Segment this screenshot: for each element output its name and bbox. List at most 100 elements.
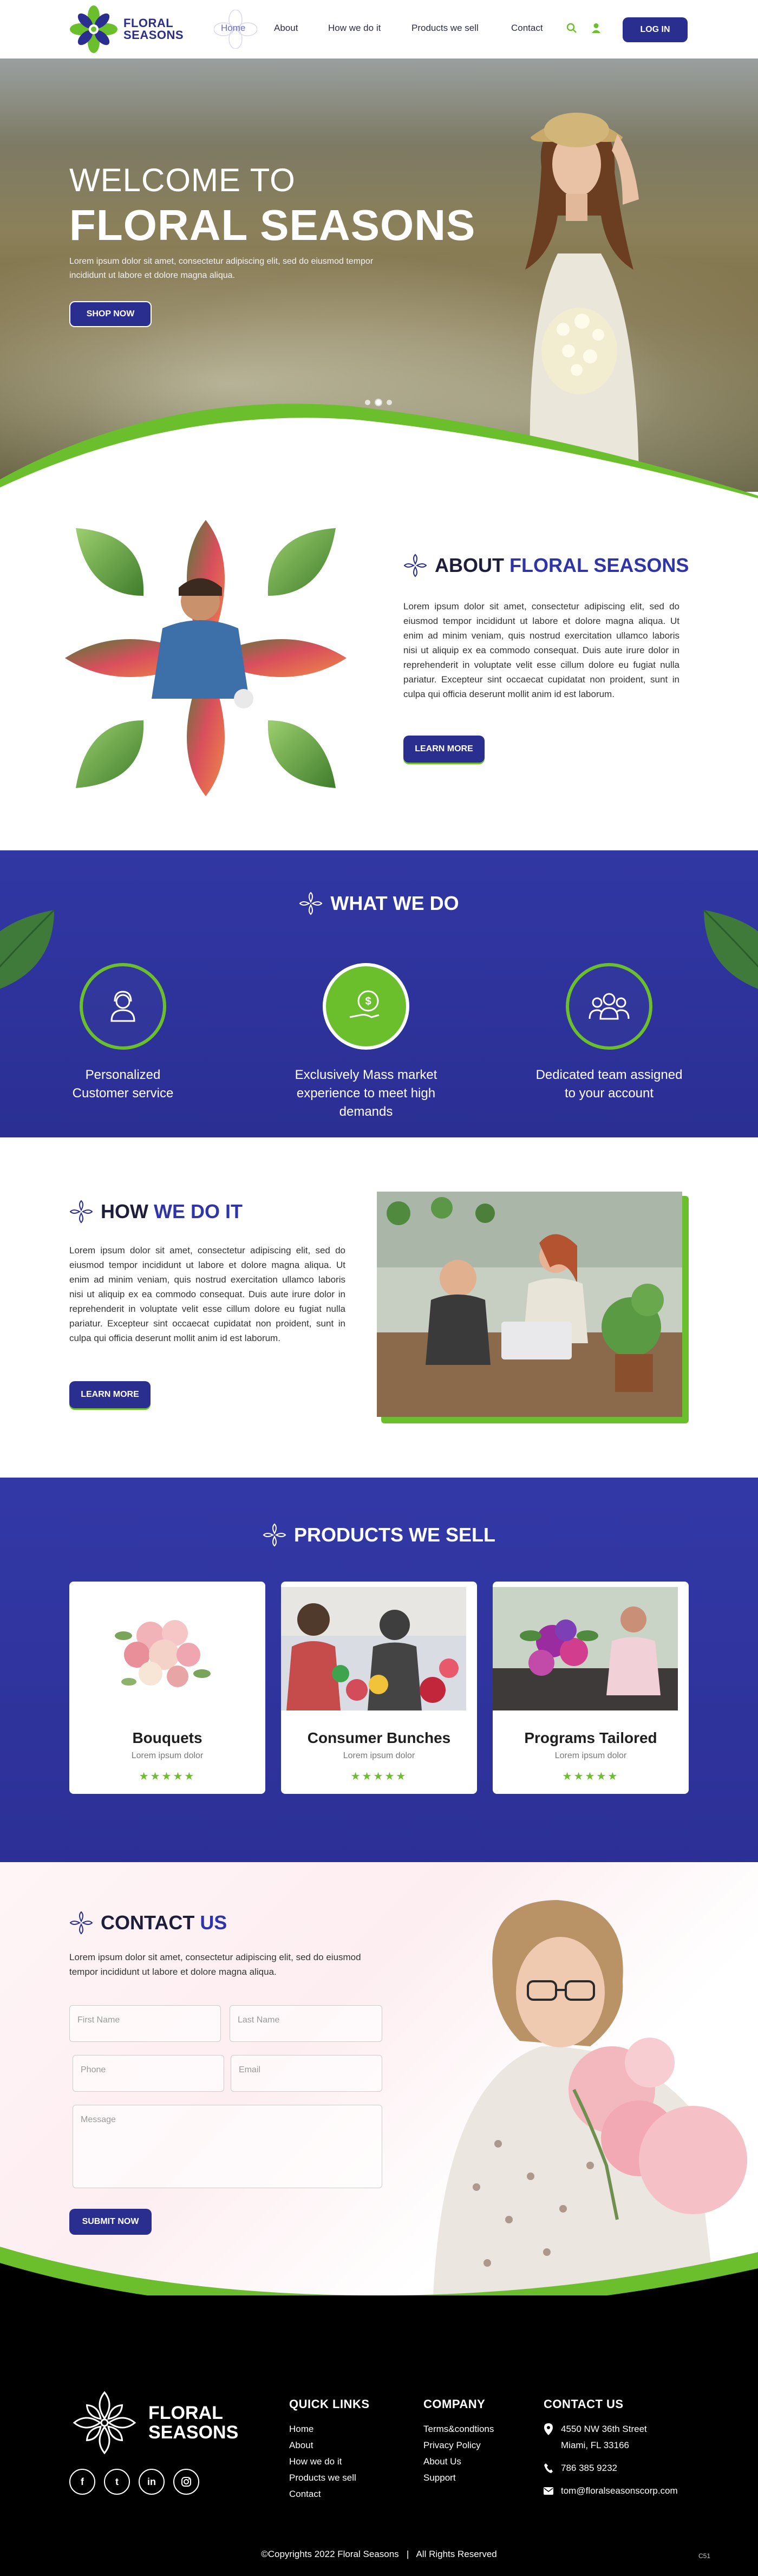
service-label-line1: Exclusively Mass market bbox=[295, 1068, 437, 1082]
nav-link-how[interactable]: How we do it bbox=[328, 23, 381, 34]
quick-links-heading: QUICK LINKS bbox=[289, 2397, 370, 2411]
first-name-field[interactable]: First Name bbox=[69, 2005, 221, 2042]
phone-number[interactable]: 786 385 9232 bbox=[561, 2460, 617, 2476]
about-heading: ABOUT FLORAL SEASONS bbox=[403, 554, 689, 577]
product-card-consumer-bunches[interactable]: Consumer Bunches Lorem ipsum dolor ★★★★★ bbox=[281, 1582, 477, 1794]
flower-outline-icon bbox=[263, 1523, 286, 1547]
service-card-dedicated-team: Dedicated team assigned to your account bbox=[517, 963, 701, 1103]
footer-link-products[interactable]: Products we sell bbox=[289, 2470, 370, 2486]
what-we-do-section: WHAT WE DO Personalized Customer service… bbox=[0, 850, 758, 1137]
what-we-do-heading: WHAT WE DO bbox=[0, 892, 758, 915]
email-address[interactable]: tom@floralseasonscorp.com bbox=[561, 2483, 678, 2499]
how-heading-part2: WE DO IT bbox=[153, 1200, 243, 1222]
bouquet-image bbox=[69, 1587, 254, 1710]
footer-address: 4550 NW 36th Street Miami, FL 33166 bbox=[544, 2421, 678, 2454]
service-label-line2: to your account bbox=[564, 1086, 654, 1101]
products-heading: PRODUCTS WE SELL bbox=[0, 1523, 758, 1547]
rating-stars: ★★★★★ bbox=[139, 1771, 196, 1783]
contact-heading-part1: CONTACT bbox=[101, 1911, 200, 1934]
last-name-field[interactable]: Last Name bbox=[230, 2005, 382, 2042]
footer-quick-links: QUICK LINKS Home About How we do it Prod… bbox=[289, 2397, 370, 2502]
service-label-line2: Customer service bbox=[72, 1086, 174, 1101]
product-card-bouquets[interactable]: Bouquets Lorem ipsum dolor ★★★★★ bbox=[69, 1582, 265, 1794]
product-title: Programs Tailored bbox=[524, 1729, 657, 1746]
linkedin-icon[interactable]: in bbox=[139, 2469, 165, 2495]
footer-link-about[interactable]: About bbox=[289, 2437, 370, 2454]
brand-name-line1: FLORAL bbox=[123, 16, 174, 30]
hero-description: Lorem ipsum dolor sit amet, consectetur … bbox=[69, 257, 374, 280]
contact-text: Lorem ipsum dolor sit amet, consectetur … bbox=[69, 1952, 361, 1977]
top-navigation: FLORAL SEASONS Home About How we do it P… bbox=[0, 0, 758, 58]
product-card-programs-tailored[interactable]: Programs Tailored Lorem ipsum dolor ★★★★… bbox=[493, 1582, 689, 1794]
product-title: Bouquets bbox=[132, 1729, 202, 1746]
rating-stars: ★★★★★ bbox=[562, 1771, 619, 1783]
programs-tailored-image bbox=[493, 1587, 678, 1710]
service-card-mass-market: $ Exclusively Mass market experience to … bbox=[274, 963, 458, 1121]
footer-link-support[interactable]: Support bbox=[423, 2470, 494, 2486]
footer-link-privacy[interactable]: Privacy Policy bbox=[423, 2437, 494, 2454]
footer-link-home[interactable]: Home bbox=[289, 2421, 370, 2437]
footer-link-terms[interactable]: Terms&condtions bbox=[423, 2421, 494, 2437]
flower-outline-icon bbox=[403, 554, 427, 577]
footer-link-about-us[interactable]: About Us bbox=[423, 2454, 494, 2470]
hero-welcome-text: WELCOME TO bbox=[69, 162, 296, 198]
market-hand-icon: $ bbox=[349, 990, 380, 1018]
footer-brand-name: FLORAL SEASONS bbox=[148, 2403, 238, 2442]
about-learn-more-button[interactable]: LEARN MORE bbox=[403, 736, 485, 763]
what-we-do-title: WHAT WE DO bbox=[330, 892, 459, 914]
flower-outline-icon bbox=[69, 1200, 93, 1224]
nav-link-contact[interactable]: Contact bbox=[511, 23, 543, 34]
footer-email: tom@floralseasonscorp.com bbox=[544, 2483, 678, 2499]
about-heading-part2: FLORAL SEASONS bbox=[509, 554, 689, 576]
twitter-icon[interactable]: t bbox=[104, 2469, 130, 2495]
nav-link-home[interactable]: Home bbox=[221, 23, 245, 34]
how-heading: HOW WE DO IT bbox=[69, 1200, 243, 1224]
footer-brand-line2: SEASONS bbox=[148, 2422, 239, 2443]
instagram-icon[interactable] bbox=[173, 2469, 199, 2495]
search-icon[interactable] bbox=[566, 23, 577, 34]
contact-us-heading: CONTACT US bbox=[544, 2397, 624, 2411]
nav-link-products[interactable]: Products we sell bbox=[411, 23, 479, 34]
login-button[interactable]: LOG IN bbox=[623, 17, 688, 42]
footer: FLORAL SEASONS f t in QUICK LINKS Home A… bbox=[0, 2295, 758, 2576]
footer-link-how[interactable]: How we do it bbox=[289, 2454, 370, 2470]
hero-title: FLORAL SEASONS bbox=[69, 201, 476, 249]
email-field[interactable]: Email bbox=[231, 2055, 382, 2092]
flower-outline-icon bbox=[299, 892, 323, 915]
service-icon-circle bbox=[566, 963, 652, 1050]
user-icon[interactable] bbox=[591, 23, 601, 34]
facebook-icon[interactable]: f bbox=[69, 2469, 95, 2495]
copyright-text: ©Copyrights 2022 Floral Seasons | All Ri… bbox=[261, 2549, 497, 2559]
corner-tag: C51 bbox=[698, 2552, 711, 2560]
brand-name-line2: SEASONS bbox=[123, 28, 184, 42]
footer-company: COMPANY Terms&condtions Privacy Policy A… bbox=[423, 2397, 494, 2486]
footer-link-contact[interactable]: Contact bbox=[289, 2486, 370, 2502]
about-heading-part1: ABOUT bbox=[435, 554, 509, 576]
products-title: PRODUCTS WE SELL bbox=[293, 1524, 495, 1546]
footer-brand-logo[interactable]: FLORAL SEASONS bbox=[69, 2388, 238, 2458]
nav-link-about[interactable]: About bbox=[274, 23, 298, 34]
team-icon bbox=[589, 993, 630, 1020]
brand-logo[interactable]: FLORAL SEASONS bbox=[69, 5, 194, 53]
customer-service-icon bbox=[110, 991, 135, 1022]
how-text: Lorem ipsum dolor sit amet, consectetur … bbox=[69, 1245, 345, 1343]
phone-icon bbox=[544, 2463, 553, 2473]
message-field[interactable]: Message bbox=[73, 2105, 382, 2188]
service-label-line1: Personalized bbox=[85, 1068, 161, 1082]
how-learn-more-button[interactable]: LEARN MORE bbox=[69, 1381, 151, 1408]
product-title: Consumer Bunches bbox=[307, 1729, 451, 1746]
flower-logo-icon bbox=[70, 5, 117, 53]
service-card-personalized: Personalized Customer service bbox=[31, 963, 215, 1103]
shop-now-button[interactable]: SHOP NOW bbox=[69, 301, 152, 327]
products-section: PRODUCTS WE SELL Bouquets Lorem ipsum do… bbox=[0, 1478, 758, 1862]
contact-heading: CONTACT US bbox=[69, 1911, 227, 1935]
mail-icon bbox=[544, 2487, 553, 2495]
consumer-bunches-image bbox=[281, 1587, 466, 1710]
phone-field[interactable]: Phone bbox=[73, 2055, 224, 2092]
product-subtitle: Lorem ipsum dolor bbox=[343, 1751, 415, 1760]
company-heading: COMPANY bbox=[423, 2397, 486, 2411]
social-links: f t in bbox=[69, 2469, 199, 2495]
hero-wave-divider bbox=[0, 404, 758, 498]
location-pin-icon bbox=[544, 2423, 553, 2435]
brand-name: FLORAL SEASONS bbox=[123, 17, 184, 41]
